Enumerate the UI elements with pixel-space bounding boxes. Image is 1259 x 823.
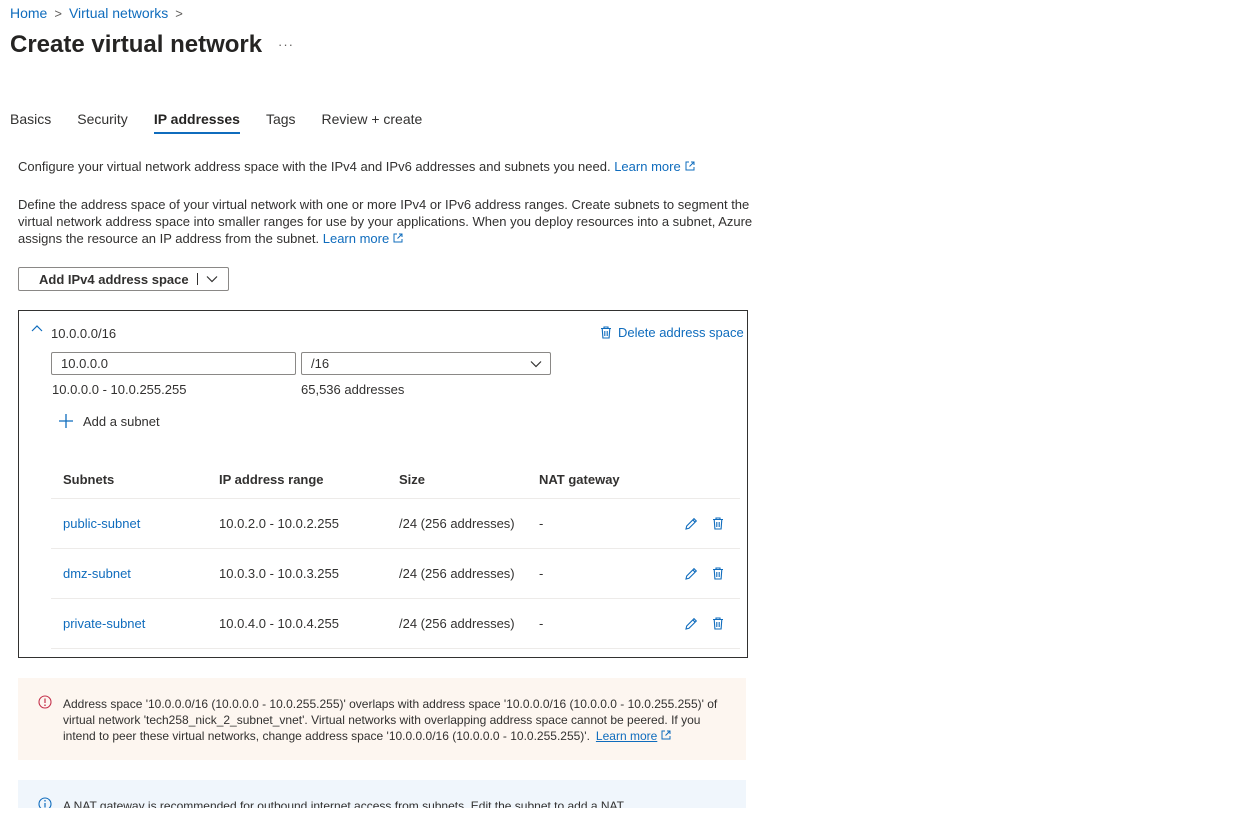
learn-more-link[interactable]: Learn more	[596, 729, 671, 743]
subnet-size: /24 (256 addresses)	[399, 516, 515, 531]
plus-icon	[59, 414, 73, 428]
breadcrumb: Home > Virtual networks >	[10, 5, 190, 21]
subnet-name-link[interactable]: private-subnet	[63, 616, 145, 631]
subnet-name-link[interactable]: dmz-subnet	[63, 566, 131, 581]
chevron-down-icon	[530, 360, 542, 367]
cidr-size-value: /16	[311, 356, 330, 371]
column-header-size: Size	[399, 471, 426, 487]
page-title: Create virtual network	[10, 31, 263, 58]
intro-text: Configure your virtual network address s…	[18, 159, 695, 174]
address-space-ip-input[interactable]	[51, 352, 296, 375]
trash-icon[interactable]	[712, 617, 724, 630]
chevron-up-icon[interactable]	[31, 324, 43, 332]
add-ipv4-address-space-label: Add IPv4 address space	[39, 271, 189, 287]
add-ipv4-address-space-button[interactable]: Add IPv4 address space	[18, 267, 229, 291]
breadcrumb-home[interactable]: Home	[10, 5, 47, 21]
subnet-nat-gateway: -	[539, 566, 544, 581]
subnet-size: /24 (256 addresses)	[399, 616, 515, 631]
chevron-down-icon[interactable]	[206, 275, 218, 283]
delete-address-space-label: Delete address space	[618, 325, 744, 340]
trash-icon	[601, 326, 611, 339]
trash-icon[interactable]	[712, 567, 724, 580]
tab-tags[interactable]: Tags	[266, 111, 296, 134]
subnet-nat-gateway: -	[539, 516, 544, 531]
address-space-title: 10.0.0.0/16	[51, 326, 117, 341]
tab-ip-addresses[interactable]: IP addresses	[153, 111, 241, 134]
table-header-row: Subnets IP address range Size NAT gatewa…	[51, 460, 740, 499]
address-count-text: 65,536 addresses	[301, 382, 405, 397]
button-divider	[197, 273, 198, 285]
intro-line-1: Configure your virtual network address s…	[18, 159, 611, 174]
table-row: public-subnet 10.0.2.0 - 10.0.2.255 /24 …	[51, 499, 740, 549]
column-header-ip-range: IP address range	[219, 471, 324, 487]
address-space-description: Define the address space of your virtual…	[18, 196, 758, 247]
edit-pencil-icon[interactable]	[684, 617, 698, 631]
table-row: dmz-subnet 10.0.3.0 - 10.0.3.255 /24 (25…	[51, 549, 740, 599]
learn-more-link[interactable]: Learn more	[614, 159, 695, 174]
tab-bar: Basics Security IP addresses Tags Review…	[10, 111, 448, 134]
add-subnet-label: Add a subnet	[83, 413, 160, 429]
column-header-nat-gateway: NAT gateway	[539, 471, 620, 487]
tab-review-create[interactable]: Review + create	[322, 111, 423, 134]
delete-address-space-button[interactable]: Delete address space	[600, 325, 744, 340]
cidr-size-dropdown[interactable]: /16	[301, 352, 551, 375]
external-link-icon	[661, 730, 671, 740]
edit-pencil-icon[interactable]	[684, 517, 698, 531]
subnet-nat-gateway: -	[539, 616, 544, 631]
subnet-ip-range: 10.0.3.0 - 10.0.3.255	[219, 566, 339, 581]
trash-icon[interactable]	[712, 517, 724, 530]
more-options-button[interactable]: ···	[278, 37, 294, 52]
tab-security[interactable]: Security	[77, 111, 128, 134]
overlap-warning-text: Address space '10.0.0.0/16 (10.0.0.0 - 1…	[63, 696, 723, 744]
chevron-right-icon: >	[54, 5, 62, 21]
column-header-subnets: Subnets	[63, 471, 115, 487]
viewport-edge	[0, 808, 1259, 823]
tab-basics[interactable]: Basics	[10, 111, 51, 134]
subnet-size: /24 (256 addresses)	[399, 566, 515, 581]
chevron-right-icon: >	[175, 5, 183, 21]
breadcrumb-virtual-networks[interactable]: Virtual networks	[69, 5, 168, 21]
add-subnet-button[interactable]: Add a subnet	[58, 413, 160, 429]
subnet-ip-range: 10.0.4.0 - 10.0.4.255	[219, 616, 339, 631]
learn-more-link[interactable]: Learn more	[323, 231, 403, 246]
subnet-ip-range: 10.0.2.0 - 10.0.2.255	[219, 516, 339, 531]
warning-info-icon	[38, 695, 52, 709]
subnet-table: Subnets IP address range Size NAT gatewa…	[51, 460, 740, 649]
address-range-text: 10.0.0.0 - 10.0.255.255	[52, 382, 187, 397]
external-link-icon	[685, 161, 695, 171]
subnet-name-link[interactable]: public-subnet	[63, 516, 140, 531]
table-row: private-subnet 10.0.4.0 - 10.0.4.255 /24…	[51, 599, 740, 649]
edit-pencil-icon[interactable]	[684, 567, 698, 581]
external-link-icon	[393, 233, 403, 243]
